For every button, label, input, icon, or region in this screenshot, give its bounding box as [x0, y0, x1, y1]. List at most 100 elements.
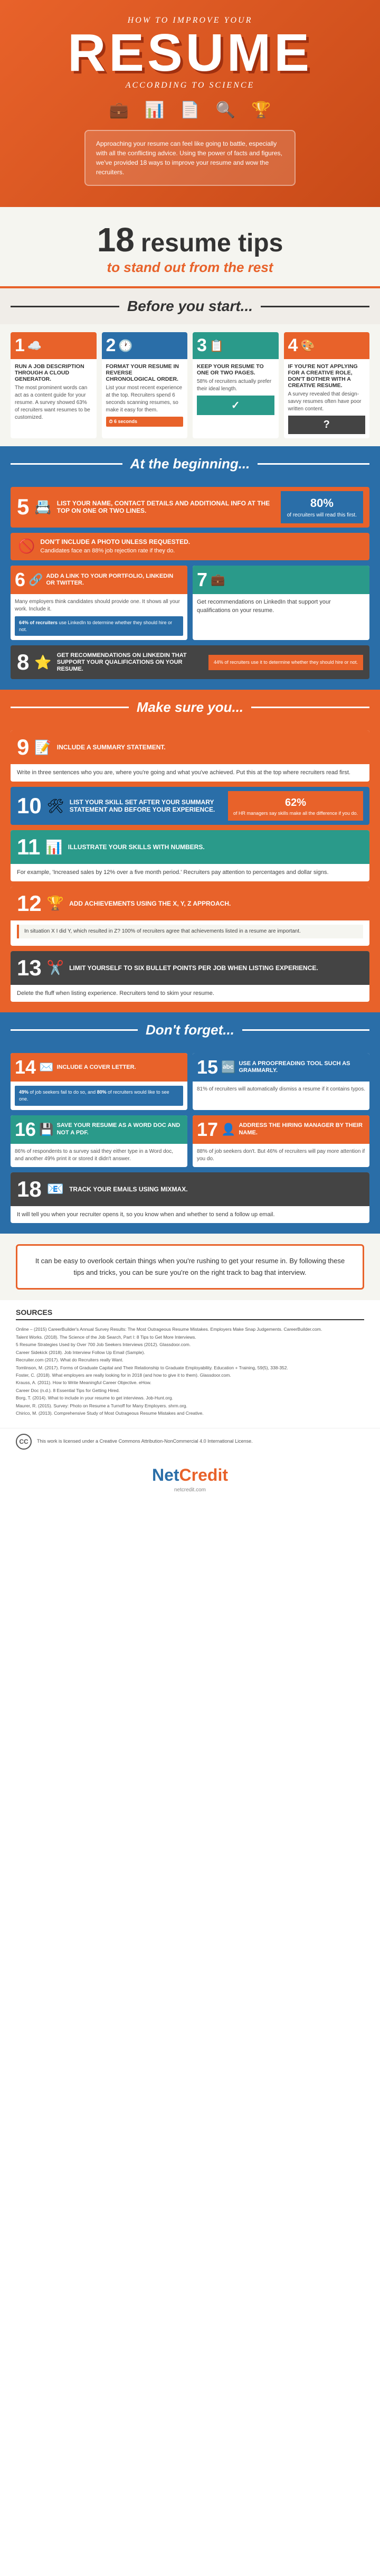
- header-intro-box: Approaching your resume can feel like go…: [84, 130, 296, 186]
- header-intro-text: Approaching your resume can feel like go…: [96, 139, 284, 177]
- beginning-tips-container: 5 📇 List your name, contact details and …: [0, 482, 380, 690]
- no-photo-desc: Candidates face an 88% job rejection rat…: [40, 547, 190, 555]
- hero-title-line2: to stand out from the rest: [21, 259, 359, 276]
- footer-callout-text: It can be easy to overlook certain thing…: [29, 1255, 351, 1278]
- make-sure-tips: 9 📝 Include a summary statement. Write i…: [0, 725, 380, 1012]
- tip-13-title: Limit yourself to six bullet points per …: [69, 964, 363, 972]
- license-text: This work is licensed under a Creative C…: [37, 1438, 253, 1445]
- tip-7-desc: Get recommendations on LinkedIn that sup…: [197, 598, 365, 615]
- divider-left: [11, 707, 129, 708]
- tip-2-number: 2: [106, 335, 116, 356]
- footer-callout-box: It can be easy to overlook certain thing…: [16, 1244, 364, 1290]
- tips-6-7-grid: 6 🔗 Add a link to your portfolio, Linked…: [11, 566, 369, 640]
- tip-13-number: 13: [17, 955, 42, 981]
- section-header-beginning: At the beginning...: [0, 446, 380, 482]
- hero-number: 18: [97, 220, 135, 259]
- tip-9-icon: 📝: [34, 739, 51, 756]
- tip-1-icon: ☁️: [27, 339, 42, 353]
- tip-6-title: Add a link to your portfolio, LinkedIn o…: [46, 573, 183, 587]
- tip-5-title: List your name, contact details and addi…: [57, 500, 276, 514]
- chart-icon: 📊: [145, 101, 164, 119]
- tip-2-title: Format your resume in reverse chronologi…: [106, 363, 184, 382]
- tip-12-number: 12: [17, 891, 42, 916]
- divider-left: [11, 1029, 138, 1031]
- tip-6-icon: 🔗: [28, 573, 43, 587]
- tip-16-title: Save your resume as a word doc and not a…: [56, 1122, 183, 1136]
- tip-17: 17 👤 Address the hiring manager by their…: [193, 1115, 369, 1167]
- section-title-dont-forget: Don't forget...: [138, 1022, 242, 1038]
- section-title-beginning: At the beginning...: [122, 456, 258, 472]
- tip-17-icon: 👤: [221, 1123, 235, 1136]
- divider-right: [261, 306, 369, 307]
- tips-14-17-grid: 14 ✉️ Include a cover letter. 49% of job…: [11, 1053, 369, 1167]
- brand-tagline: netcredit.com: [11, 1487, 369, 1493]
- tip-4-number: 4: [288, 335, 298, 356]
- trophy-icon: 🏆: [251, 101, 271, 119]
- tip-4-desc: A survey revealed that design-savvy resu…: [288, 391, 366, 413]
- tip-14-number: 14: [15, 1056, 36, 1078]
- cc-icon: CC: [16, 1434, 32, 1450]
- section-header-before: Before you start...: [0, 288, 380, 324]
- tip-2-desc: List your most recent experience at the …: [106, 384, 184, 414]
- tip-3-title: Keep your resume to one or two pages.: [197, 363, 274, 376]
- sources-section: SOURCES Online – (2015) CareerBuilder's …: [0, 1300, 380, 1427]
- tip-6-stat: 64% of recruiters use LinkedIn to determ…: [15, 616, 183, 636]
- tip-18-number: 18: [17, 1177, 42, 1202]
- tip-1-title: Run a job description through a cloud ge…: [15, 363, 92, 382]
- tip-4-title: If you're not applying for a creative ro…: [288, 363, 366, 389]
- tip-6-desc: Many employers think candidates should p…: [15, 598, 183, 613]
- tip-3-desc: 58% of recruiters actually prefer their …: [197, 378, 274, 393]
- tip-11-number: 11: [17, 834, 40, 860]
- header-section: How to improve your RESUME According to …: [0, 0, 380, 207]
- section-title-make-sure: Make sure you...: [129, 699, 251, 716]
- tip-16-number: 16: [15, 1118, 36, 1141]
- brand-net: Net: [152, 1465, 179, 1484]
- tip-13-desc: Delete the fluff when listing experience…: [17, 989, 363, 998]
- tip-5-stat: 80% of recruiters will read this first.: [281, 491, 363, 523]
- tip-16-icon: 💾: [39, 1123, 53, 1136]
- no-photo-title: Don't include a photo unless requested.: [40, 538, 190, 546]
- divider-right: [251, 707, 369, 708]
- before-section: Before you start... 1 ☁️ Run a job descr…: [0, 288, 380, 446]
- tip-16: 16 💾 Save your resume as a word doc and …: [11, 1115, 187, 1167]
- tip-10-number: 10: [17, 793, 42, 819]
- tip-8-title: Get recommendations on LinkedIn that sup…: [57, 652, 203, 673]
- tip-4: 4 🎨 If you're not applying for a creativ…: [284, 332, 370, 438]
- tip-18-title: Track your emails using Mixmax.: [69, 1186, 363, 1193]
- no-photo-icon: 🚫: [18, 538, 35, 554]
- divider-left: [11, 463, 122, 465]
- tip-1: 1 ☁️ Run a job description through a clo…: [11, 332, 97, 438]
- tip-12-example: In situation X I did Y, which resulted i…: [17, 925, 363, 938]
- tip-15-title: Use a proofreading tool such as Grammarl…: [239, 1060, 365, 1074]
- header-resume-title: RESUME: [21, 28, 359, 78]
- tip-4-icon: 🎨: [300, 339, 315, 353]
- tip-2-icon: 🕐: [118, 339, 132, 353]
- tip-14-icon: ✉️: [39, 1060, 53, 1074]
- tip-11-icon: 📊: [45, 839, 62, 855]
- tip-5-number: 5: [17, 494, 29, 520]
- tip-6-number: 6: [15, 569, 25, 591]
- tip-7-number: 7: [197, 569, 207, 591]
- divider-left: [11, 306, 119, 307]
- tip-18-desc: It will tell you when your recruiter ope…: [17, 1210, 363, 1219]
- tip-13: 13 ✂️ Limit yourself to six bullet point…: [11, 951, 369, 1002]
- netcredit-logo: NetCredit: [11, 1465, 369, 1485]
- tip-10-title: List your skill set after your summary s…: [70, 798, 223, 813]
- tip-5-icon: 📇: [34, 499, 51, 515]
- briefcase-icon: 💼: [109, 101, 129, 119]
- tip-15-number: 15: [197, 1056, 218, 1078]
- tip-16-desc: 86% of respondents to a survey said they…: [15, 1148, 183, 1163]
- tip-8-stat: 44% of recruiters use it to determine wh…: [208, 655, 363, 670]
- tip-18: 18 📧 Track your emails using Mixmax. It …: [11, 1172, 369, 1224]
- tip-11: 11 📊 Illustrate your skills with numbers…: [11, 830, 369, 881]
- section-header-make-sure: Make sure you...: [0, 690, 380, 725]
- sources-text: Online – (2015) CareerBuilder's Annual S…: [16, 1325, 364, 1417]
- tip-10: 10 🛠 List your skill set after your summ…: [11, 787, 369, 825]
- tip-13-icon: ✂️: [47, 960, 64, 976]
- resume-doc-icon: 📄: [180, 101, 200, 119]
- tip-12-icon: 🏆: [47, 895, 64, 911]
- divider-right: [258, 463, 369, 465]
- tip-14-title: Include a cover letter.: [56, 1064, 136, 1071]
- magnifier-icon: 🔍: [216, 101, 235, 119]
- tip-15-desc: 81% of recruiters will automatically dis…: [197, 1086, 365, 1093]
